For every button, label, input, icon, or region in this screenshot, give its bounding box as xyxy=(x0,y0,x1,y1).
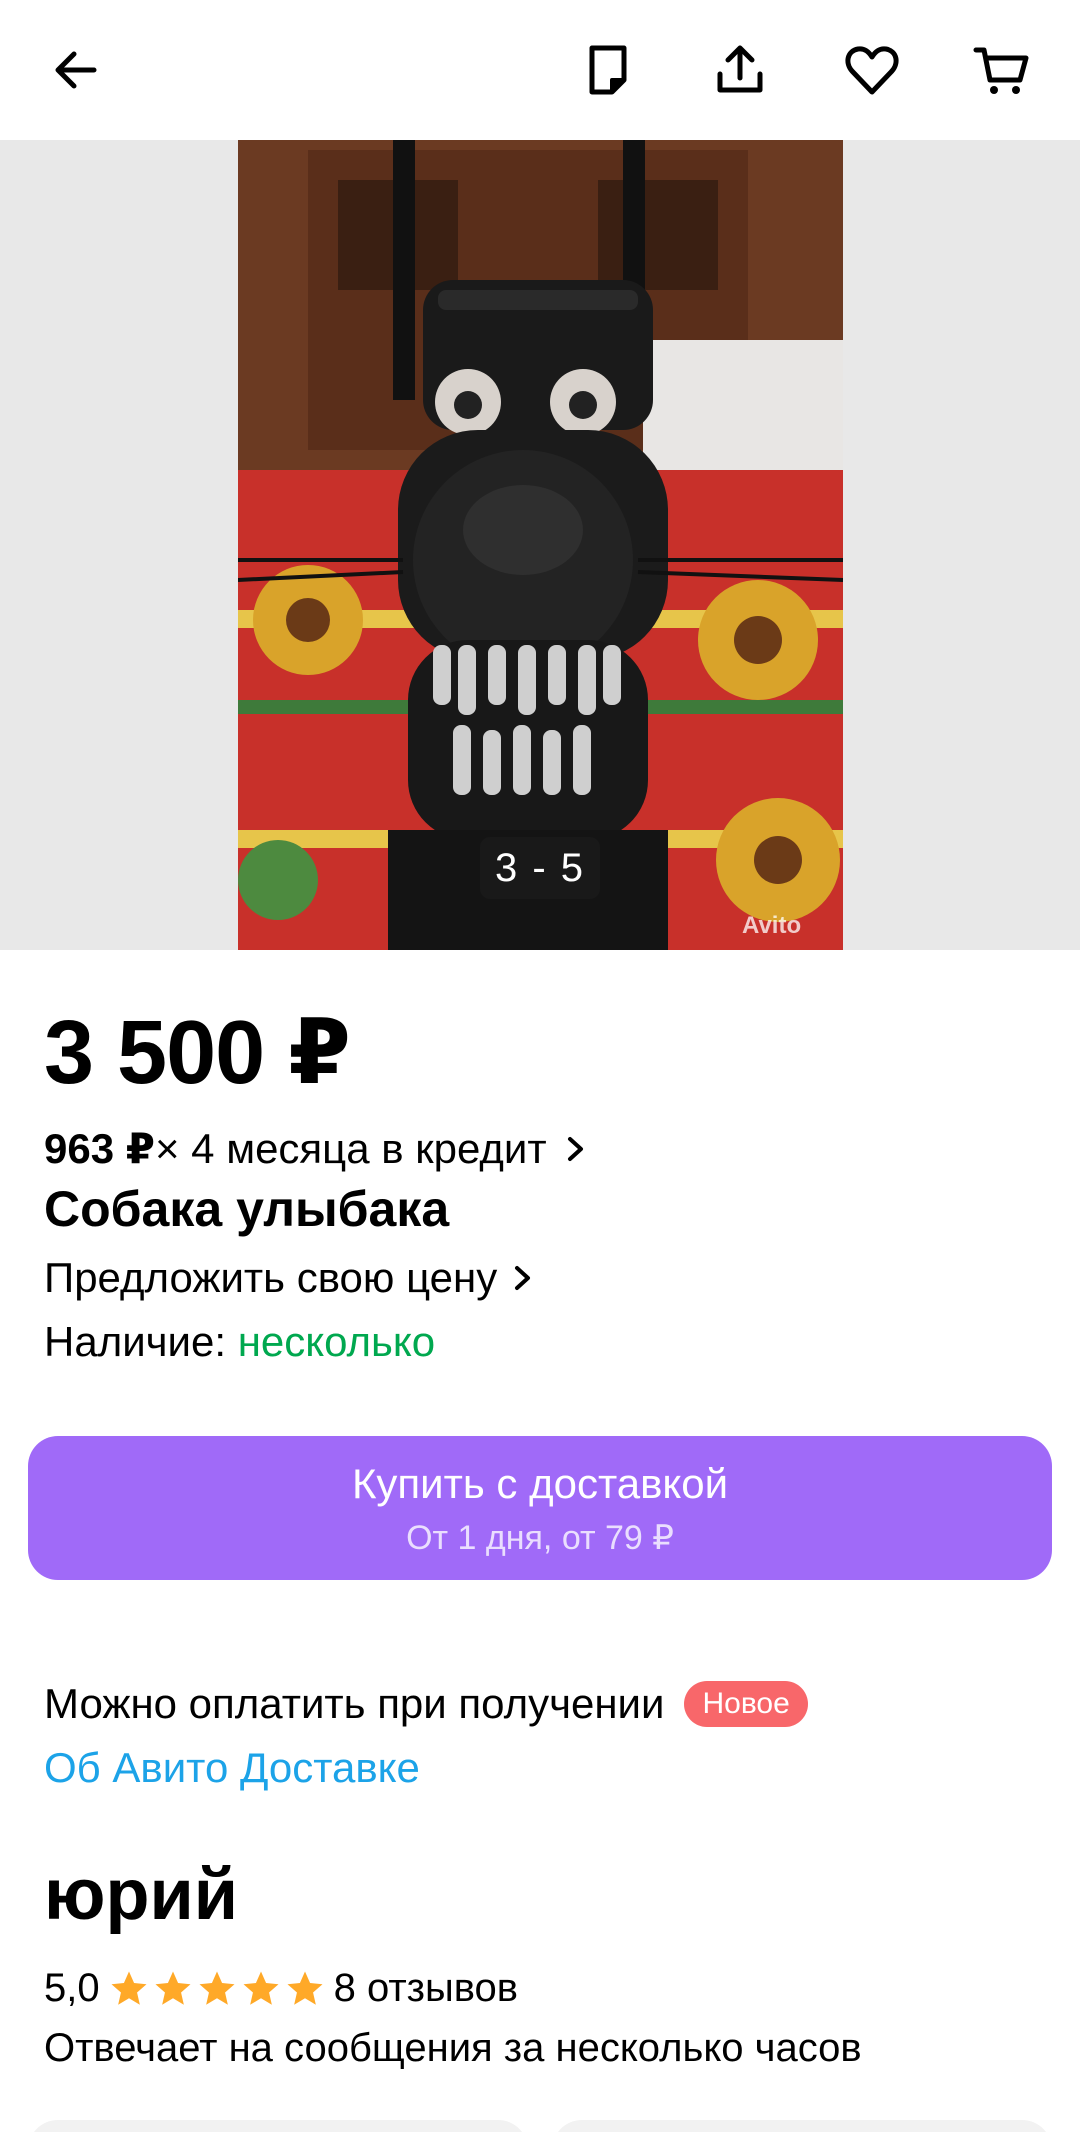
listing-title: Собака улыбака xyxy=(44,1181,450,1237)
chevron-right-icon xyxy=(567,1136,583,1161)
offer-price-label: Предложить свою цену xyxy=(44,1254,498,1301)
avito-delivery-link[interactable]: Об Авито Доставке xyxy=(44,1744,420,1792)
credit-terms: × 4 месяца в кредит xyxy=(154,1124,547,1172)
star-icon xyxy=(111,1971,147,2005)
buy-with-delivery-button[interactable]: Купить с доставкой От 1 дня, от 79 ₽ xyxy=(28,1436,1052,1580)
note-icon[interactable] xyxy=(566,28,650,112)
star-icon xyxy=(155,1971,191,2005)
seller-action-pill[interactable] xyxy=(28,2120,528,2132)
photo-counter: 3 - 5 xyxy=(480,837,600,899)
product-photo-illustration xyxy=(238,140,843,950)
seller-name[interactable]: юрий xyxy=(44,1854,238,1936)
heart-icon[interactable] xyxy=(830,28,914,112)
cart-icon[interactable] xyxy=(960,28,1044,112)
back-arrow-icon[interactable] xyxy=(34,28,118,112)
buy-button-label: Купить с доставкой xyxy=(351,1460,729,1507)
stock-value: несколько xyxy=(237,1318,436,1365)
stock-availability: Наличие: несколько xyxy=(44,1318,435,1366)
stock-label: Наличие: xyxy=(44,1318,238,1365)
listing-price: 3 500 ₽ xyxy=(44,1003,351,1103)
photo-gallery[interactable]: 3 - 5 xyxy=(0,140,1080,950)
buy-button-sublabel: От 1 дня, от 79 ₽ xyxy=(406,1519,674,1557)
rating-stars xyxy=(108,1968,328,2010)
pay-on-delivery-row: Можно оплатить при получении Новое xyxy=(44,1680,808,1728)
star-icon xyxy=(287,1971,323,2005)
offer-price-link[interactable]: Предложить свою цену xyxy=(44,1254,537,1302)
seller-action-pill[interactable] xyxy=(552,2120,1052,2132)
credit-offer-row[interactable]: 963 ₽ × 4 месяца в кредит xyxy=(44,1124,591,1173)
new-badge: Новое xyxy=(684,1681,808,1727)
credit-amount: 963 ₽ xyxy=(44,1125,155,1172)
share-icon[interactable] xyxy=(698,28,782,112)
pay-on-delivery-text: Можно оплатить при получении xyxy=(44,1680,665,1727)
seller-rating-row[interactable]: 5,0 8 отзывов xyxy=(44,1966,518,2011)
chevron-right-icon xyxy=(515,1266,531,1290)
seller-response-time: Отвечает на сообщения за несколько часов xyxy=(44,2026,862,2070)
reviews-count: 8 отзывов xyxy=(333,1966,519,2010)
avito-watermark: Avito xyxy=(742,912,802,939)
rating-value: 5,0 xyxy=(44,1966,100,2010)
product-photo[interactable] xyxy=(238,140,843,950)
top-toolbar xyxy=(0,0,1080,140)
star-icon xyxy=(199,1971,235,2005)
star-icon xyxy=(243,1971,279,2005)
